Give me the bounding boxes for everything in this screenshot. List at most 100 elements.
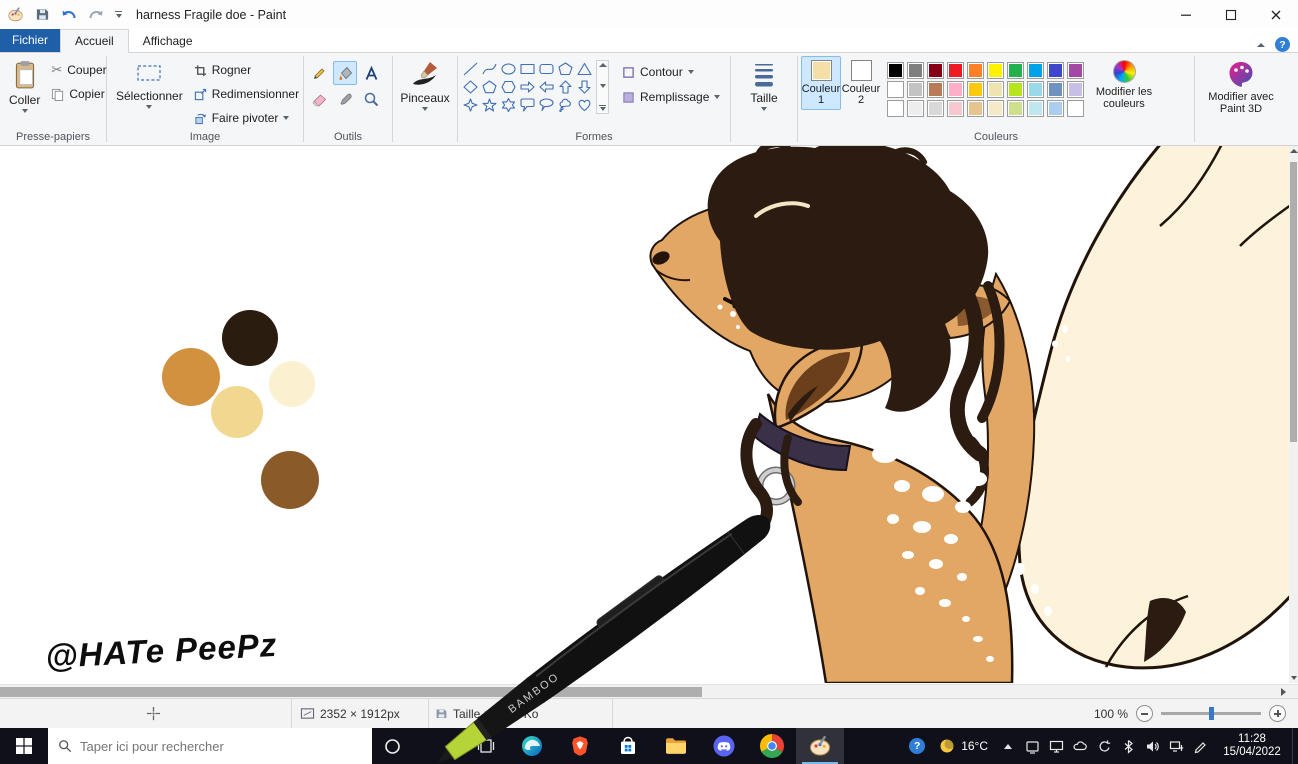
palette-color-2-9[interactable]	[1067, 100, 1084, 117]
palette-color-2-8[interactable]	[1047, 100, 1064, 117]
shape-rounded-rectangle[interactable]	[537, 60, 556, 78]
weather-widget[interactable]: 16°C	[931, 738, 996, 754]
horizontal-scroll-thumb[interactable]	[0, 687, 702, 697]
outline-button[interactable]: Contour	[617, 62, 725, 82]
save-button[interactable]	[32, 5, 52, 25]
vertical-scroll-thumb[interactable]	[1290, 162, 1297, 442]
palette-color-1-0[interactable]	[887, 81, 904, 98]
paint3d-button[interactable]: Modifier avec Paint 3D	[1201, 56, 1281, 115]
zoom-out-button[interactable]	[1136, 705, 1153, 722]
palette-color-0-3[interactable]	[947, 62, 964, 79]
magnifier-tool[interactable]	[359, 87, 383, 111]
palette-color-2-7[interactable]	[1027, 100, 1044, 117]
horizontal-scrollbar[interactable]	[0, 684, 1298, 698]
shape-star-five[interactable]	[480, 96, 499, 114]
palette-color-1-6[interactable]	[1007, 81, 1024, 98]
display-tray-icon[interactable]	[1044, 728, 1068, 764]
color1-button[interactable]: Couleur 1	[801, 56, 841, 110]
taskbar-clock[interactable]: 11:28 15/04/2022	[1212, 733, 1292, 759]
copy-button[interactable]: Copier	[46, 84, 111, 104]
cut-button[interactable]: ✂ Couper	[46, 60, 111, 80]
show-desktop-button[interactable]	[1292, 728, 1298, 764]
taskbar-app-paint[interactable]	[796, 728, 844, 764]
taskbar-app-edge[interactable]	[508, 728, 556, 764]
palette-color-0-5[interactable]	[987, 62, 1004, 79]
scroll-right-icon[interactable]	[1281, 688, 1286, 696]
fill-shape-button[interactable]: Remplissage	[617, 87, 725, 107]
cloud-tray-icon[interactable]	[1068, 728, 1092, 764]
select-button[interactable]: Sélectionner	[110, 56, 189, 113]
network-tray-icon[interactable]	[1164, 728, 1188, 764]
shape-arrow-down[interactable]	[575, 78, 594, 96]
palette-color-0-1[interactable]	[907, 62, 924, 79]
palette-color-0-2[interactable]	[927, 62, 944, 79]
tab-accueil[interactable]: Accueil	[60, 29, 129, 53]
palette-color-1-4[interactable]	[967, 81, 984, 98]
resize-button[interactable]: Redimensionner	[189, 84, 304, 104]
palette-color-0-7[interactable]	[1027, 62, 1044, 79]
eraser-tool[interactable]	[307, 87, 331, 111]
taskbar-app-discord[interactable]	[700, 728, 748, 764]
shape-callout-oval[interactable]	[537, 96, 556, 114]
edit-colors-button[interactable]: Modifier les couleurs	[1091, 56, 1157, 110]
search-input[interactable]	[80, 739, 330, 754]
text-tool[interactable]	[359, 61, 383, 85]
crop-button[interactable]: Rogner	[189, 60, 304, 80]
palette-color-2-5[interactable]	[987, 100, 1004, 117]
shape-arrow-up[interactable]	[556, 78, 575, 96]
shape-line[interactable]	[461, 60, 480, 78]
tab-affichage[interactable]: Affichage	[129, 30, 207, 52]
shape-triangle[interactable]	[575, 60, 594, 78]
shape-pentagon[interactable]	[480, 78, 499, 96]
shapes-more-icon[interactable]	[599, 105, 606, 111]
scroll-down-icon[interactable]	[1290, 676, 1297, 680]
taskbar-search[interactable]	[48, 728, 372, 764]
palette-color-2-2[interactable]	[927, 100, 944, 117]
scroll-up-icon[interactable]	[1290, 149, 1297, 153]
shape-curve[interactable]	[480, 60, 499, 78]
taskbar-app-explorer[interactable]	[652, 728, 700, 764]
shape-star-six[interactable]	[499, 96, 518, 114]
get-help-tray-icon[interactable]: ?	[903, 728, 931, 764]
palette-color-0-6[interactable]	[1007, 62, 1024, 79]
color2-button[interactable]: Couleur 2	[841, 56, 881, 110]
palette-color-1-2[interactable]	[927, 81, 944, 98]
pencil-tool[interactable]	[307, 61, 331, 85]
customize-quick-access-button[interactable]	[115, 11, 122, 18]
start-button[interactable]	[0, 728, 48, 764]
shape-callout-rounded[interactable]	[518, 96, 537, 114]
palette-color-0-4[interactable]	[967, 62, 984, 79]
taskbar-app-store[interactable]	[604, 728, 652, 764]
sync-tray-icon[interactable]	[1092, 728, 1116, 764]
tray-expand-button[interactable]	[996, 728, 1020, 764]
zoom-slider[interactable]	[1161, 712, 1261, 715]
palette-color-1-3[interactable]	[947, 81, 964, 98]
tab-fichier[interactable]: Fichier	[0, 29, 60, 52]
shape-rectangle[interactable]	[518, 60, 537, 78]
size-button[interactable]: Taille	[744, 56, 783, 115]
taskbar-app-chrome[interactable]	[748, 728, 796, 764]
paint-canvas[interactable]: @HATe PeePz	[0, 146, 1290, 683]
palette-color-1-8[interactable]	[1047, 81, 1064, 98]
maximize-button[interactable]	[1208, 0, 1253, 29]
shapes-scroll-down-icon[interactable]	[600, 84, 606, 88]
palette-color-1-7[interactable]	[1027, 81, 1044, 98]
shape-diamond[interactable]	[461, 78, 480, 96]
palette-color-2-1[interactable]	[907, 100, 924, 117]
palette-color-2-0[interactable]	[887, 100, 904, 117]
eyedropper-tool[interactable]	[333, 87, 357, 111]
palette-color-0-8[interactable]	[1047, 62, 1064, 79]
palette-color-2-3[interactable]	[947, 100, 964, 117]
shape-heart[interactable]	[575, 96, 594, 114]
shape-hexagon[interactable]	[499, 78, 518, 96]
bluetooth-tray-icon[interactable]	[1116, 728, 1140, 764]
palette-color-1-5[interactable]	[987, 81, 1004, 98]
shapes-scroll-up-icon[interactable]	[599, 63, 607, 67]
vertical-scrollbar[interactable]	[1289, 146, 1298, 683]
palette-color-2-4[interactable]	[967, 100, 984, 117]
taskbar-app-brave[interactable]	[556, 728, 604, 764]
palette-color-1-1[interactable]	[907, 81, 924, 98]
minimize-button[interactable]	[1163, 0, 1208, 29]
zoom-slider-thumb[interactable]	[1209, 707, 1214, 720]
rotate-button[interactable]: Faire pivoter	[189, 108, 304, 128]
